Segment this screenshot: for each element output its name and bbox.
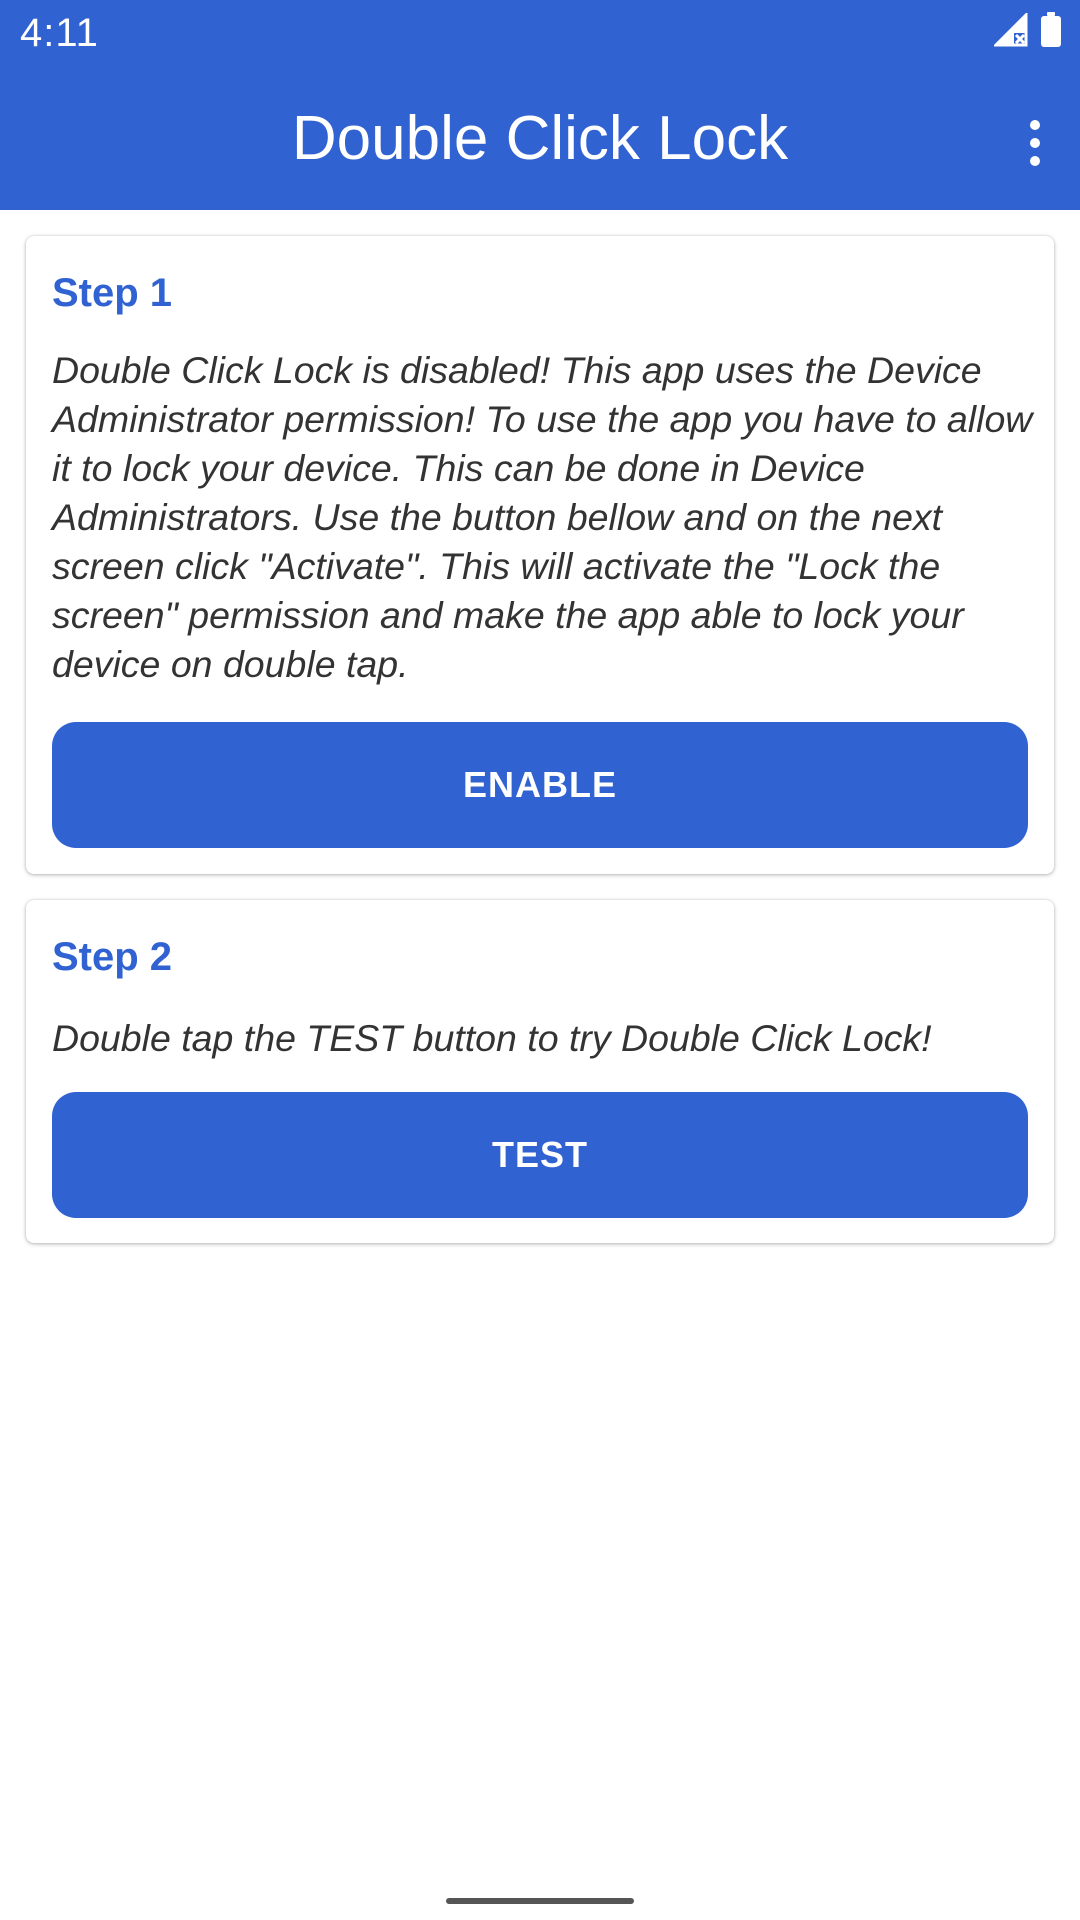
step-2-title: Step 2: [52, 935, 173, 979]
step-2-card: Step 2 Double tap the TEST button to try…: [26, 900, 1054, 1243]
status-time: 4:11: [20, 11, 99, 55]
test-button[interactable]: TEST: [52, 1092, 1028, 1218]
step-1-description: Double Click Lock is disabled! This app …: [52, 349, 1033, 685]
overflow-menu-button[interactable]: [990, 100, 1080, 190]
enable-button[interactable]: ENABLE: [52, 722, 1028, 848]
more-vert-icon: [1027, 118, 1043, 173]
status-icons: [992, 10, 1062, 53]
app-header: 4:11 Double Click Lock: [0, 0, 1080, 210]
step-2-description: Double tap the TEST button to try Double…: [52, 1017, 932, 1059]
signal-icon: [992, 10, 1028, 52]
step-1-title: Step 1: [52, 271, 173, 315]
gesture-nav-handle[interactable]: [446, 1898, 634, 1904]
step-1-card: Step 1 Double Click Lock is disabled! Th…: [26, 236, 1054, 874]
app-title: Double Click Lock: [291, 104, 789, 173]
battery-icon: [1040, 11, 1062, 53]
